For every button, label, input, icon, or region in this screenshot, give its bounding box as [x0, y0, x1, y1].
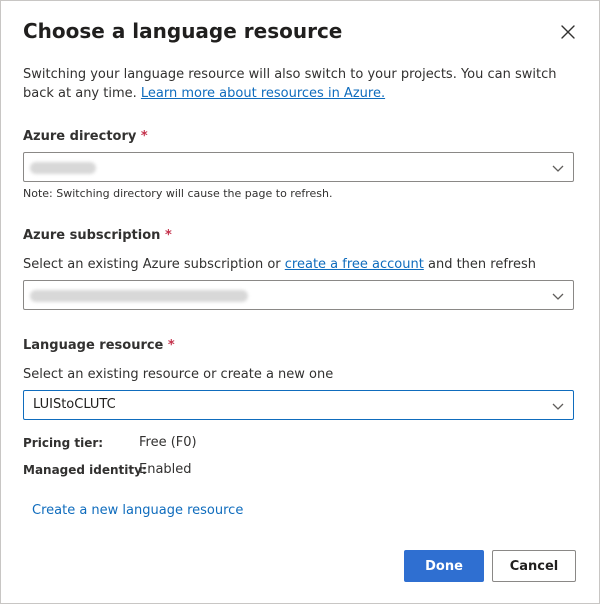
directory-required-mark: *: [140, 129, 148, 144]
close-icon: [561, 25, 575, 39]
subscription-label: Azure subscription *: [23, 228, 172, 243]
subscription-helper-prefix: Select an existing Azure subscription or: [23, 257, 281, 272]
resource-label: Language resource *: [23, 338, 175, 353]
pricing-tier-value: Free (F0): [139, 435, 197, 450]
subscription-helper-suffix: and then refresh: [427, 257, 536, 272]
done-button[interactable]: Done: [404, 550, 484, 582]
language-resource-value: LUIStoCLUTC: [33, 397, 116, 412]
directory-redacted-value: [30, 162, 96, 174]
subscription-label-text: Azure subscription: [23, 228, 161, 243]
create-language-resource-link[interactable]: Create a new language resource: [32, 503, 243, 518]
subscription-redacted-value: [30, 290, 248, 302]
intro-paragraph: Switching your language resource will al…: [23, 65, 583, 103]
close-button[interactable]: [557, 21, 579, 43]
chevron-down-icon: [552, 293, 564, 300]
subscription-required-mark: *: [164, 228, 172, 243]
directory-label: Azure directory *: [23, 129, 148, 144]
cancel-button[interactable]: Cancel: [492, 550, 576, 582]
language-resource-dropdown[interactable]: LUIStoCLUTC: [23, 390, 574, 420]
resource-required-mark: *: [167, 338, 175, 353]
managed-identity-label: Managed identity:: [23, 463, 147, 477]
directory-dropdown[interactable]: [23, 152, 574, 182]
create-free-account-link[interactable]: create a free account: [285, 257, 424, 272]
learn-more-link[interactable]: Learn more about resources in Azure.: [141, 86, 385, 101]
language-resource-dialog: Choose a language resource Switching you…: [0, 0, 600, 604]
subscription-dropdown[interactable]: [23, 280, 574, 310]
directory-note: Note: Switching directory will cause the…: [23, 187, 333, 200]
chevron-down-icon: [552, 403, 564, 410]
pricing-tier-label: Pricing tier:: [23, 436, 104, 450]
subscription-helper: Select an existing Azure subscription or…: [23, 257, 536, 272]
dialog-title: Choose a language resource: [23, 19, 343, 43]
managed-identity-value: Enabled: [139, 462, 192, 477]
resource-helper: Select an existing resource or create a …: [23, 367, 334, 382]
directory-label-text: Azure directory: [23, 129, 137, 144]
chevron-down-icon: [552, 165, 564, 172]
resource-label-text: Language resource: [23, 338, 164, 353]
